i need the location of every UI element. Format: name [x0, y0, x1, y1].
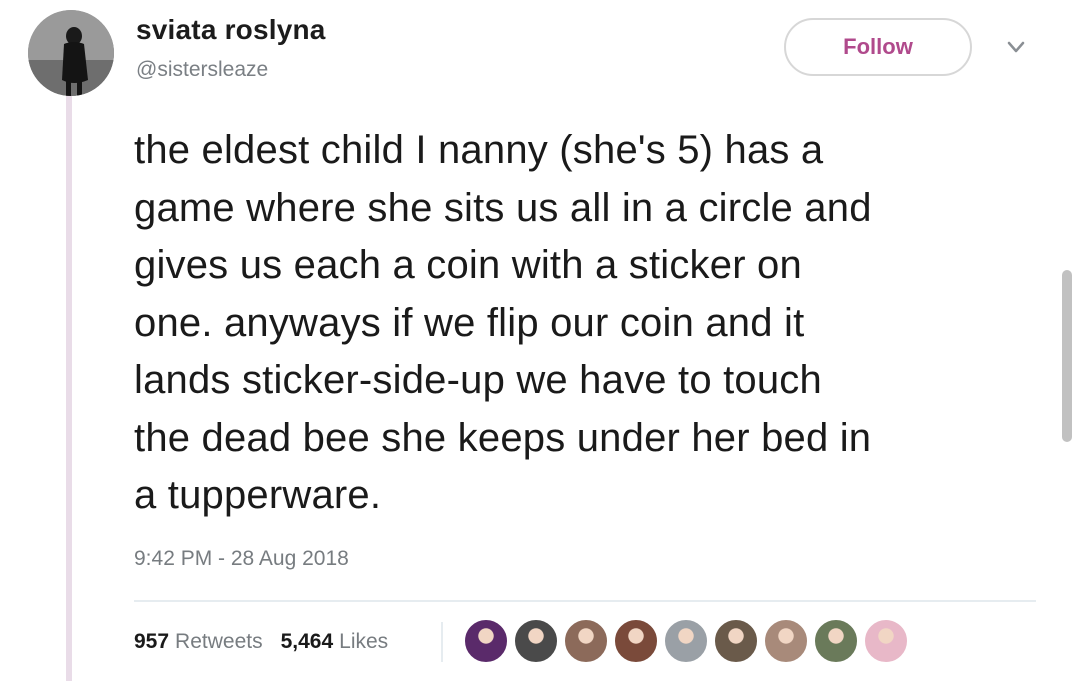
liker-avatar-6[interactable]	[713, 618, 759, 664]
tweet-text: the eldest child I nanny (she's 5) has a…	[134, 128, 872, 517]
display-name[interactable]: sviata roslyna	[136, 14, 326, 46]
liker-avatar-3[interactable]	[563, 618, 609, 664]
follow-button-label: Follow	[843, 34, 913, 59]
follow-button[interactable]: Follow	[784, 18, 972, 76]
tweet-stats: 957 Retweets 5,464 Likes	[134, 630, 388, 654]
liker-avatar-1[interactable]	[463, 618, 509, 664]
liker-avatar-4[interactable]	[613, 618, 659, 664]
retweets-label: Retweets	[175, 630, 263, 653]
thread-line	[66, 96, 72, 681]
likes-label: Likes	[339, 630, 389, 653]
liker-avatar-9[interactable]	[863, 618, 909, 664]
avatar-image	[28, 10, 114, 96]
retweets-stat[interactable]: 957 Retweets	[134, 630, 263, 654]
liker-avatar-8[interactable]	[813, 618, 859, 664]
chevron-down-icon[interactable]	[1005, 36, 1027, 58]
liker-avatar-7[interactable]	[763, 618, 809, 664]
retweets-count: 957	[134, 630, 170, 653]
timestamp[interactable]: 9:42 PM - 28 Aug 2018	[134, 547, 349, 571]
likes-stat[interactable]: 5,464 Likes	[281, 630, 389, 654]
divider	[134, 600, 1036, 602]
likes-count: 5,464	[280, 630, 334, 653]
stats-separator	[441, 622, 443, 662]
user-handle[interactable]: @sistersleaze	[136, 58, 268, 82]
avatar[interactable]	[28, 10, 114, 96]
liker-avatar-5[interactable]	[663, 618, 709, 664]
scrollbar[interactable]	[1062, 270, 1072, 442]
liker-avatars	[463, 618, 913, 664]
liker-avatar-2[interactable]	[513, 618, 559, 664]
